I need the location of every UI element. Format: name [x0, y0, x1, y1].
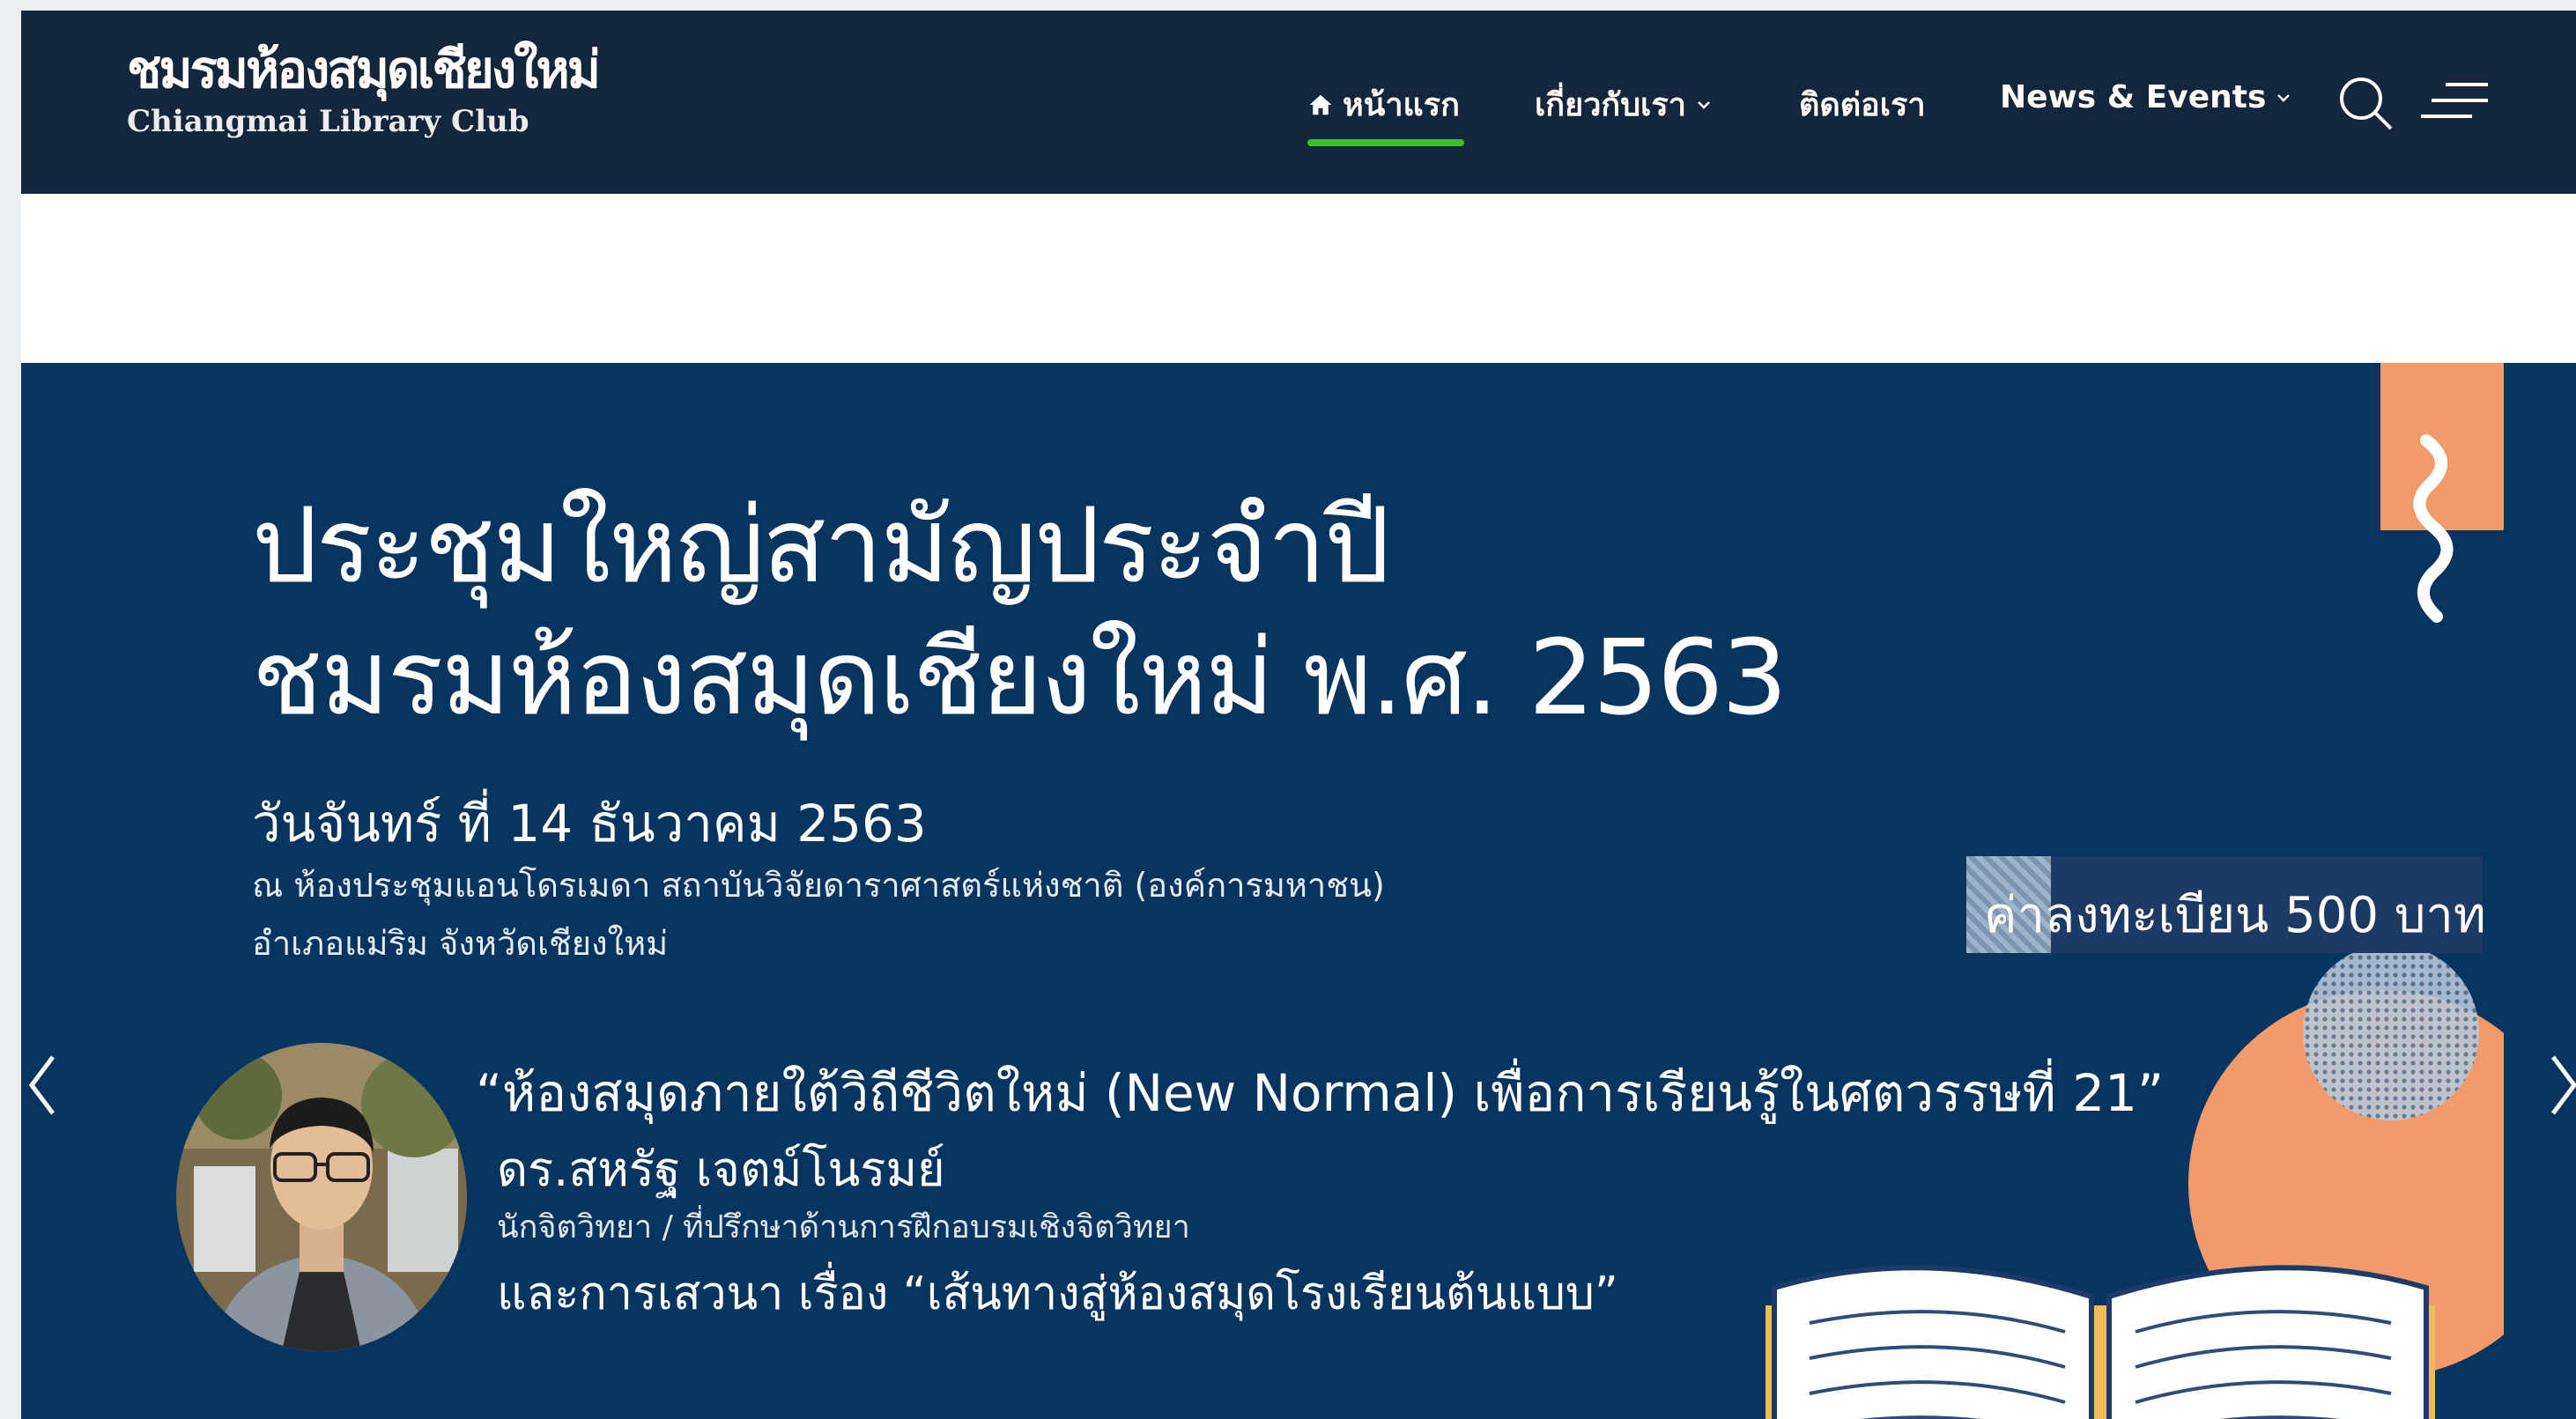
- search-icon: [2340, 78, 2393, 130]
- registration-fee-text: ค่าลงทะเบียน 500 บาท: [1984, 887, 2486, 944]
- nav-item-about[interactable]: เกี่ยวกับเรา: [1535, 79, 1713, 129]
- logo-english-name: Chiangmai Library Club: [127, 104, 529, 139]
- active-nav-indicator: [1307, 139, 1464, 146]
- keynote-title: “ห้องสมุดภายใต้วิถีชีวิตใหม่ (New Normal…: [476, 1063, 2165, 1123]
- speaker-photo: [176, 1043, 467, 1351]
- chevron-right-icon: [2551, 1055, 2576, 1115]
- nav-item-contact[interactable]: ติดต่อเรา: [1799, 79, 1926, 129]
- speaker-name: ดร.สหรัฐ เจตม์โนรมย์: [497, 1142, 945, 1197]
- nav-label-contact: ติดต่อเรา: [1799, 87, 1926, 123]
- orange-tab-decoration: [2380, 363, 2504, 623]
- slider-next-button[interactable]: [2546, 1050, 2576, 1124]
- event-date: วันจันทร์ ที่ 14 ธันวาคม 2563: [252, 794, 927, 854]
- hero-banner: ประชุมใหญ่สามัญประจำปี ชมรมห้องสมุดเชียง…: [21, 363, 2576, 1419]
- nav-label-home: หน้าแรก: [1343, 87, 1460, 123]
- search-button[interactable]: [2336, 74, 2396, 137]
- nav-label-about: เกี่ยวกับเรา: [1535, 87, 1686, 123]
- nav-label-news-events: News & Events: [2000, 79, 2267, 115]
- registration-fee-badge: ค่าลงทะเบียน 500 บาท: [1966, 856, 2486, 953]
- page: ชมรมห้องสมุดเชียงใหม่ Chiangmai Library …: [21, 11, 2576, 1419]
- menu-button[interactable]: [2419, 76, 2490, 132]
- event-venue-line-1: ณ ห้องประชุมแอนโดรเมดา สถาบันวิจัยดาราศา…: [252, 866, 1385, 905]
- speaker-role: นักจิตวิทยา / ที่ปรึกษาด้านการฝึกอบรมเชิ…: [497, 1209, 1190, 1245]
- event-venue-line-2: อำเภอแม่ริม จังหวัดเชียงใหม่: [252, 924, 669, 963]
- chevron-down-icon: [1698, 100, 1710, 109]
- home-icon: [1309, 94, 1332, 115]
- slider-prev-button[interactable]: [25, 1050, 60, 1124]
- nav-item-home[interactable]: หน้าแรก: [1307, 79, 1460, 129]
- site-header: ชมรมห้องสมุดเชียงใหม่ Chiangmai Library …: [21, 11, 2576, 194]
- speaker-portrait: [176, 1043, 467, 1351]
- panel-discussion-title: และการเสวนา เรื่อง “เส้นทางสู่ห้องสมุดโร…: [497, 1267, 1618, 1320]
- open-book-illustration: [1765, 1265, 2435, 1419]
- chevron-left-icon: [28, 1055, 55, 1115]
- spacer-band: [21, 194, 2576, 363]
- nav-item-news-events[interactable]: News & Events: [2000, 79, 2292, 115]
- chevron-down-icon: [2277, 93, 2291, 102]
- banner-title-line-2: ชมรมห้องสมุดเชียงใหม่ พ.ศ. 2563: [252, 617, 1788, 738]
- logo-thai-name: ชมรมห้องสมุดเชียงใหม่: [127, 40, 601, 100]
- site-logo[interactable]: ชมรมห้องสมุดเชียงใหม่ Chiangmai Library …: [127, 40, 601, 139]
- menu-icon: [2421, 83, 2488, 118]
